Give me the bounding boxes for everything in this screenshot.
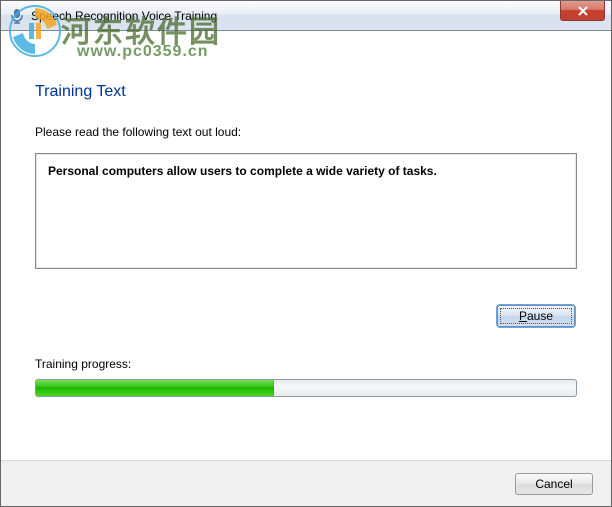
- cancel-button[interactable]: Cancel: [515, 473, 593, 495]
- close-icon: [577, 6, 589, 16]
- footer-bar: Cancel: [1, 460, 611, 506]
- progress-bar: [35, 379, 577, 397]
- page-body: Training Text Please read the following …: [1, 31, 611, 506]
- instruction-text: Please read the following text out loud:: [35, 125, 577, 139]
- training-text-panel: Personal computers allow users to comple…: [35, 153, 577, 269]
- training-text: Personal computers allow users to comple…: [48, 164, 437, 178]
- window-title: Speech Recognition Voice Training: [31, 9, 217, 23]
- titlebar: Speech Recognition Voice Training: [1, 1, 611, 31]
- app-icon: [9, 8, 25, 24]
- close-button[interactable]: [560, 1, 605, 21]
- progress-fill: [36, 380, 274, 396]
- window-frame: Speech Recognition Voice Training 河东软件园 …: [0, 0, 612, 507]
- pause-button[interactable]: Pause: [497, 305, 575, 327]
- page-heading: Training Text: [35, 83, 577, 101]
- progress-label: Training progress:: [35, 357, 577, 371]
